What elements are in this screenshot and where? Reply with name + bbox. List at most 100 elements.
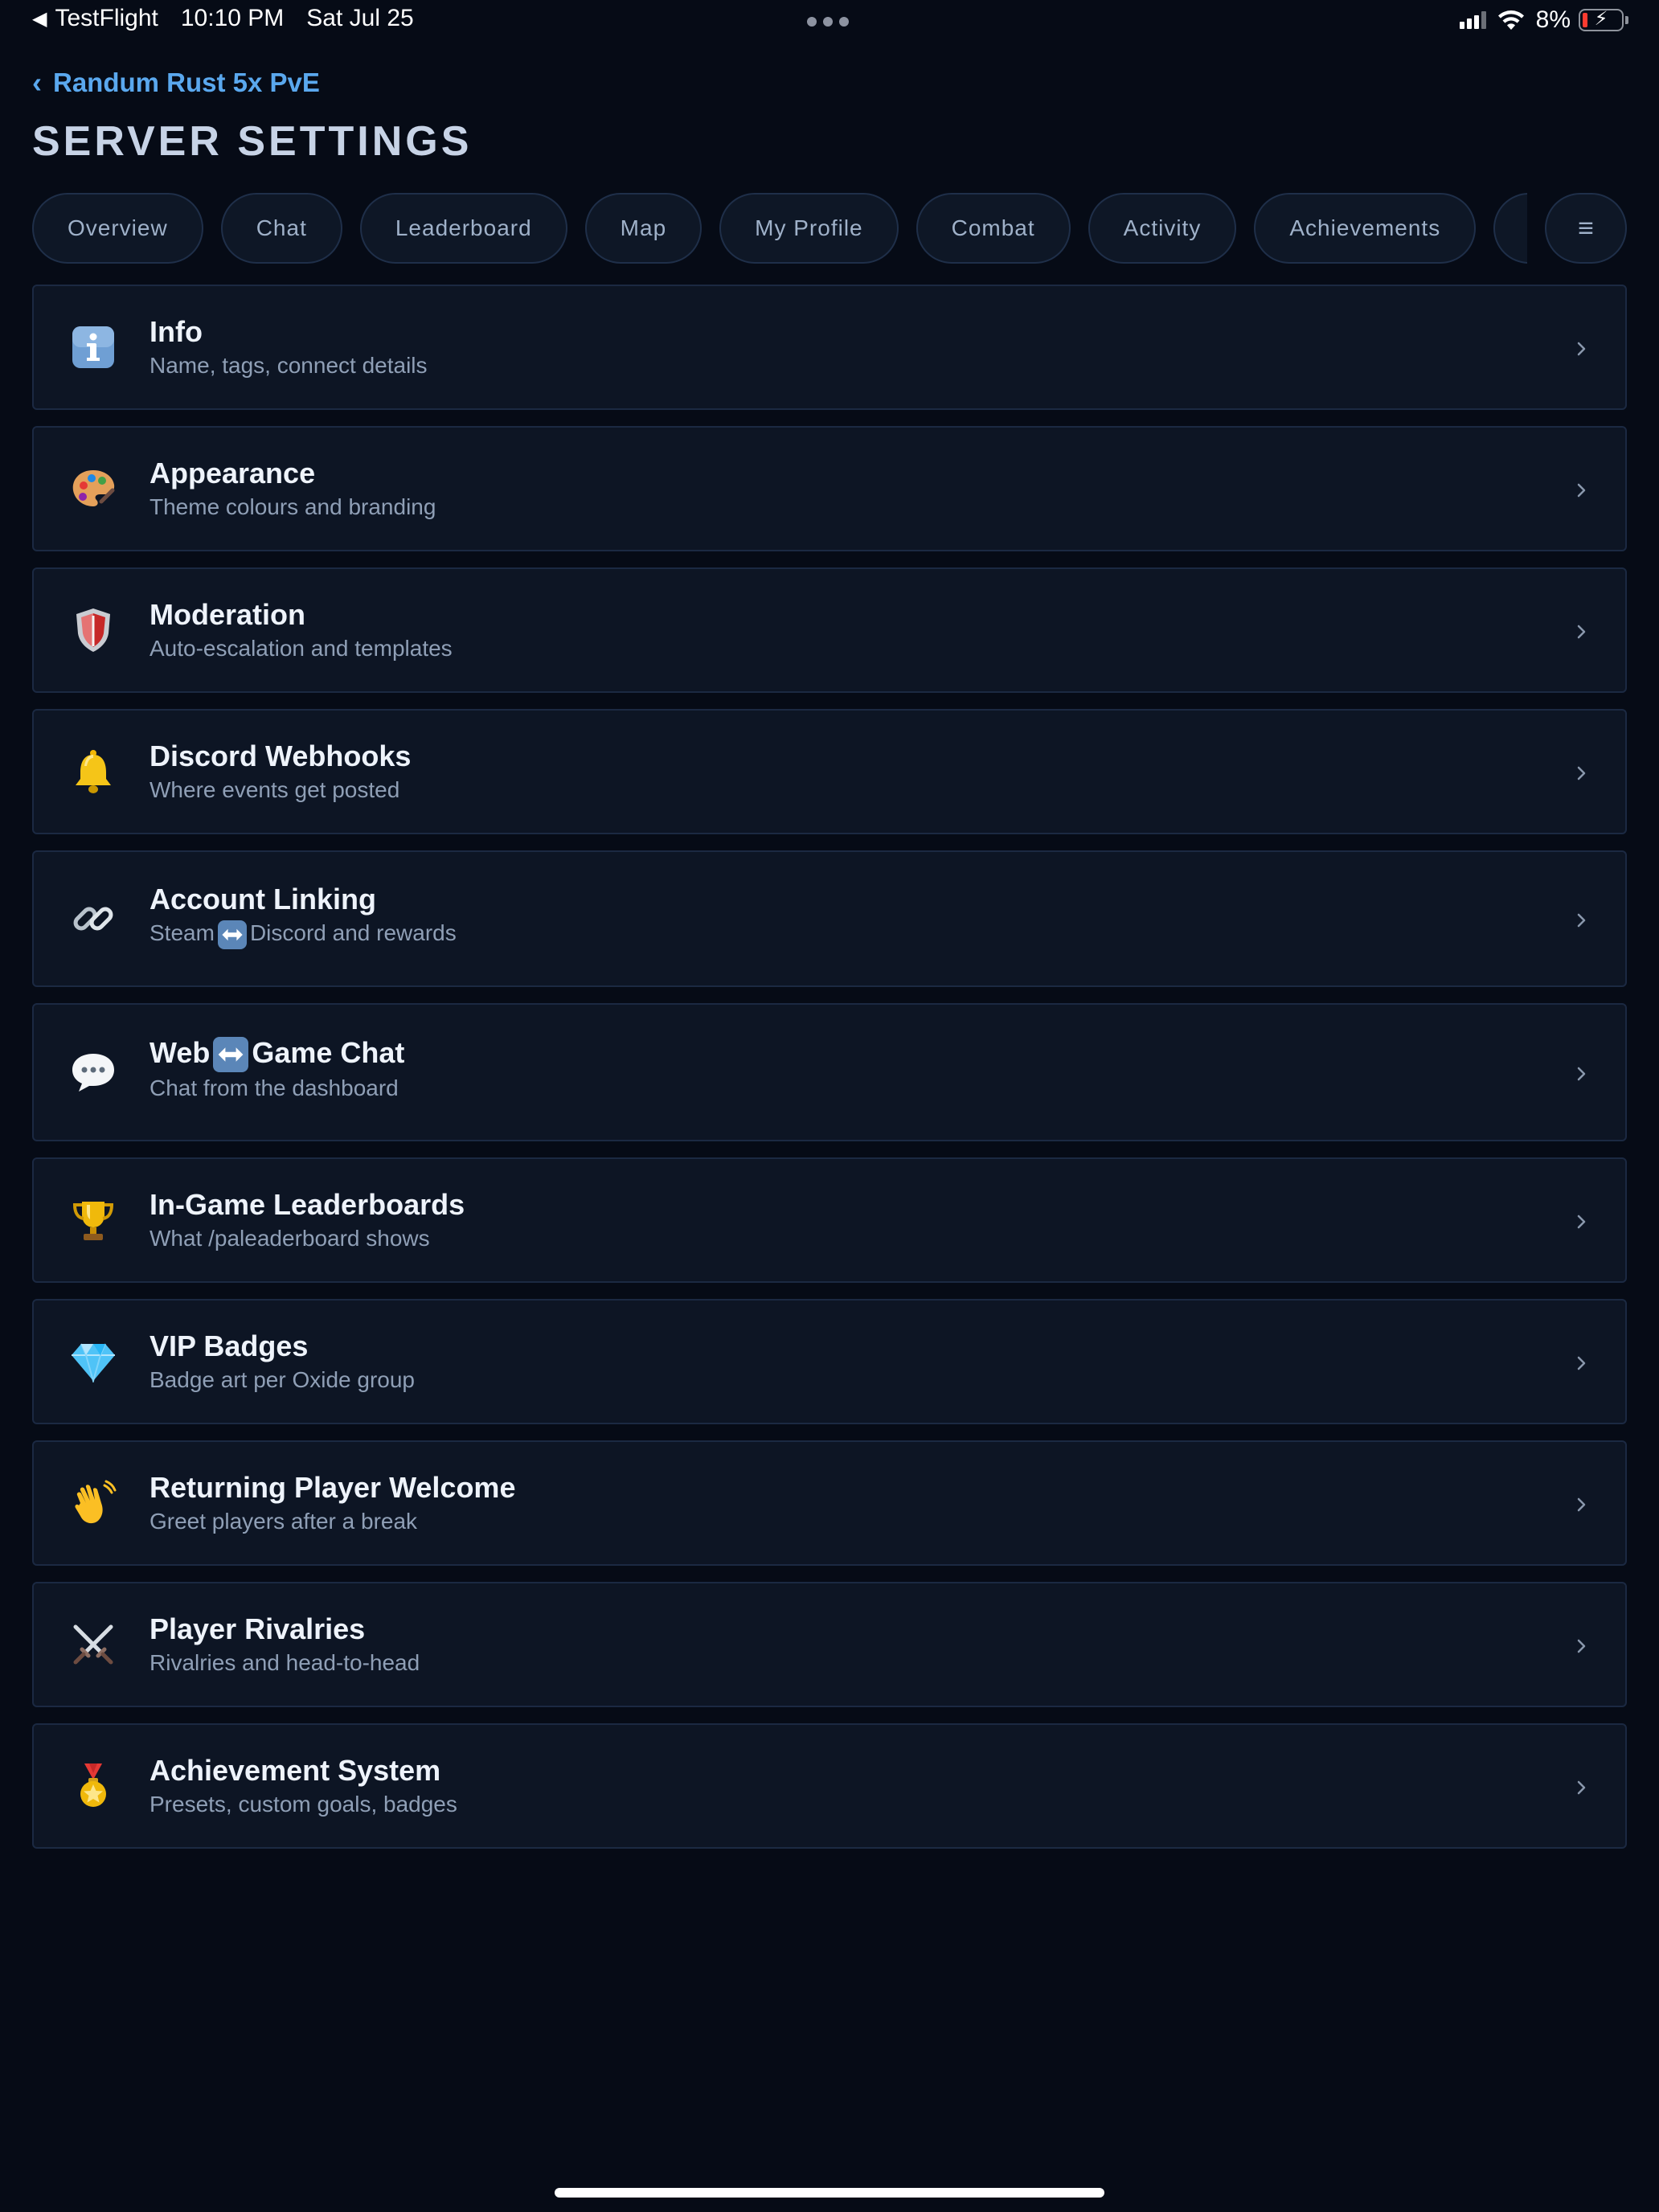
chevron-right-icon (1577, 1356, 1586, 1370)
chevron-right-icon (1577, 1497, 1586, 1512)
link-icon (68, 893, 119, 944)
wifi-icon (1497, 10, 1524, 30)
tab-list: Overview Chat Leaderboard Map My Profile Comb… (32, 191, 1527, 265)
settings-row-text: Achievement System Presets, custom goals,… (150, 1753, 1529, 1819)
settings-row-subtitle: Auto-escalation and templates (150, 636, 453, 661)
back-button[interactable]: ‹ Randum Rust 5x PvE (32, 66, 320, 100)
battery-percent: 8% (1535, 6, 1571, 33)
settings-row-returning-player-welcome[interactable]: Returning Player Welcome Greet players af… (32, 1440, 1627, 1566)
settings-row-subtitle: Name, tags, connect details (150, 353, 428, 378)
settings-row-title: Returning Player Welcome (150, 1471, 516, 1504)
subtitle-part: Steam (150, 920, 215, 945)
settings-row-subtitle: Rivalries and head-to-head (150, 1650, 420, 1675)
settings-row-title: Web Game Chat (150, 1035, 1529, 1073)
back-button-label[interactable]: Randum Rust 5x PvE (53, 68, 320, 98)
hamburger-menu-icon: ≡ (1578, 212, 1594, 244)
settings-row-title: Player Rivalries (150, 1612, 366, 1645)
settings-row-title: Moderation (150, 598, 305, 631)
status-left: ◀ TestFlight 10:10 PM Sat Jul 25 (32, 5, 414, 32)
chevron-right-icon (1577, 342, 1586, 356)
shield-icon (68, 604, 119, 656)
settings-row-title: Discord Webhooks (150, 739, 412, 772)
back-to-app-label[interactable]: TestFlight (55, 5, 158, 32)
title-part: Game Chat (252, 1036, 405, 1069)
chevron-right-icon (1577, 483, 1586, 498)
settings-row-appearance[interactable]: Appearance Theme colours and branding (32, 426, 1627, 551)
gem-icon (68, 1336, 119, 1387)
chevron-right-icon (1577, 766, 1586, 780)
status-time: 10:10 PM (180, 5, 285, 31)
medal-icon (68, 1760, 119, 1812)
settings-row-in-game-leaderboards[interactable]: In-Game Leaderboards What /paleaderboard … (32, 1157, 1627, 1283)
tab-map[interactable]: Map (584, 193, 703, 264)
left-right-arrow-icon (217, 920, 247, 949)
palette-icon (68, 463, 119, 514)
settings-row-subtitle: Where events get posted (150, 777, 400, 802)
crossed-swords-icon (68, 1619, 119, 1670)
multitasking-dots-icon[interactable] (807, 17, 849, 27)
settings-row-text: Web Game Chat Chat from the dashboard (150, 1035, 1529, 1103)
back-to-app-icon[interactable]: ◀ (32, 7, 47, 31)
tab-my-profile[interactable]: My Profile (719, 193, 899, 264)
settings-row-moderation[interactable]: Moderation Auto-escalation and templates (32, 567, 1627, 693)
settings-row-text: Info Name, tags, connect details (150, 314, 1529, 380)
status-date: Sat Jul 25 (306, 5, 414, 31)
status-bar: ◀ TestFlight 10:10 PM Sat Jul 25 8% ⚡ (0, 0, 1659, 45)
info-icon (68, 322, 119, 373)
tab-combat[interactable]: Combat (916, 193, 1071, 264)
bell-icon (68, 746, 119, 797)
chevron-right-icon (1577, 1639, 1586, 1653)
waving-hand-icon (68, 1477, 119, 1529)
settings-row-text: VIP Badges Badge art per Oxide group (150, 1329, 1529, 1395)
status-right: 8% ⚡ (1459, 6, 1628, 34)
settings-row-text: Moderation Auto-escalation and templates (150, 597, 1529, 663)
home-indicator[interactable] (555, 2188, 1104, 2198)
chevron-right-icon (1577, 625, 1586, 639)
chevron-right-icon (1577, 1780, 1586, 1795)
settings-row-discord-webhooks[interactable]: Discord Webhooks Where events get posted (32, 709, 1627, 834)
speech-bubble-icon (68, 1047, 119, 1098)
settings-row-text: Account Linking Steam Discord and rewards (150, 882, 1529, 949)
chevron-left-icon: ‹ (32, 66, 42, 99)
title-part: Web (150, 1036, 211, 1069)
settings-row-subtitle: Steam Discord and rewards (150, 919, 1529, 949)
chevron-right-icon (1577, 1067, 1586, 1081)
tab-achievements[interactable]: Achievements (1254, 193, 1477, 264)
battery-cap (1625, 16, 1628, 24)
left-right-arrow-icon (213, 1037, 249, 1073)
settings-row-subtitle: Chat from the dashboard (150, 1075, 399, 1101)
settings-row-title: Appearance (150, 457, 316, 490)
settings-row-player-rivalries[interactable]: Player Rivalries Rivalries and head-to-he… (32, 1582, 1627, 1707)
settings-row-subtitle: Greet players after a break (150, 1509, 418, 1534)
cellular-signal-icon (1459, 11, 1486, 29)
settings-row-vip-badges[interactable]: VIP Badges Badge art per Oxide group (32, 1299, 1627, 1424)
settings-row-text: Discord Webhooks Where events get posted (150, 739, 1529, 805)
settings-row-subtitle: Theme colours and branding (150, 494, 436, 519)
tab-menu-button[interactable]: ≡ (1545, 193, 1627, 264)
chevron-right-icon (1577, 913, 1586, 928)
charging-bolt-icon: ⚡ (1594, 8, 1608, 30)
settings-row-text: In-Game Leaderboards What /paleaderboard … (150, 1187, 1529, 1253)
tab-bar[interactable]: Overview Chat Leaderboard Map My Profile Comb… (32, 191, 1527, 265)
settings-row-title: In-Game Leaderboards (150, 1188, 465, 1221)
settings-row-subtitle: What /paleaderboard shows (150, 1226, 430, 1251)
settings-row-subtitle: Presets, custom goals, badges (150, 1792, 457, 1817)
settings-row-info[interactable]: Info Name, tags, connect details (32, 285, 1627, 410)
tab-partial[interactable] (1493, 193, 1527, 264)
settings-row-title: Account Linking (150, 883, 376, 916)
settings-row-text: Appearance Theme colours and branding (150, 456, 1529, 522)
trophy-icon (68, 1194, 119, 1246)
tab-leaderboard[interactable]: Leaderboard (359, 193, 567, 264)
tab-activity[interactable]: Activity (1088, 193, 1237, 264)
tab-overview[interactable]: Overview (32, 193, 203, 264)
settings-row-title: Info (150, 315, 203, 348)
settings-row-title: Achievement System (150, 1754, 441, 1787)
settings-row-achievement-system[interactable]: Achievement System Presets, custom goals,… (32, 1723, 1627, 1849)
settings-row-account-linking[interactable]: Account Linking Steam Discord and rewards (32, 850, 1627, 987)
settings-row-text: Returning Player Welcome Greet players af… (150, 1470, 1529, 1536)
tab-chat[interactable]: Chat (220, 193, 342, 264)
battery-icon: ⚡ (1579, 8, 1624, 31)
settings-row-text: Player Rivalries Rivalries and head-to-he… (150, 1612, 1529, 1677)
settings-row-web-game-chat[interactable]: Web Game Chat Chat from the dashboard (32, 1003, 1627, 1141)
page-title: SERVER SETTINGS (32, 118, 473, 165)
